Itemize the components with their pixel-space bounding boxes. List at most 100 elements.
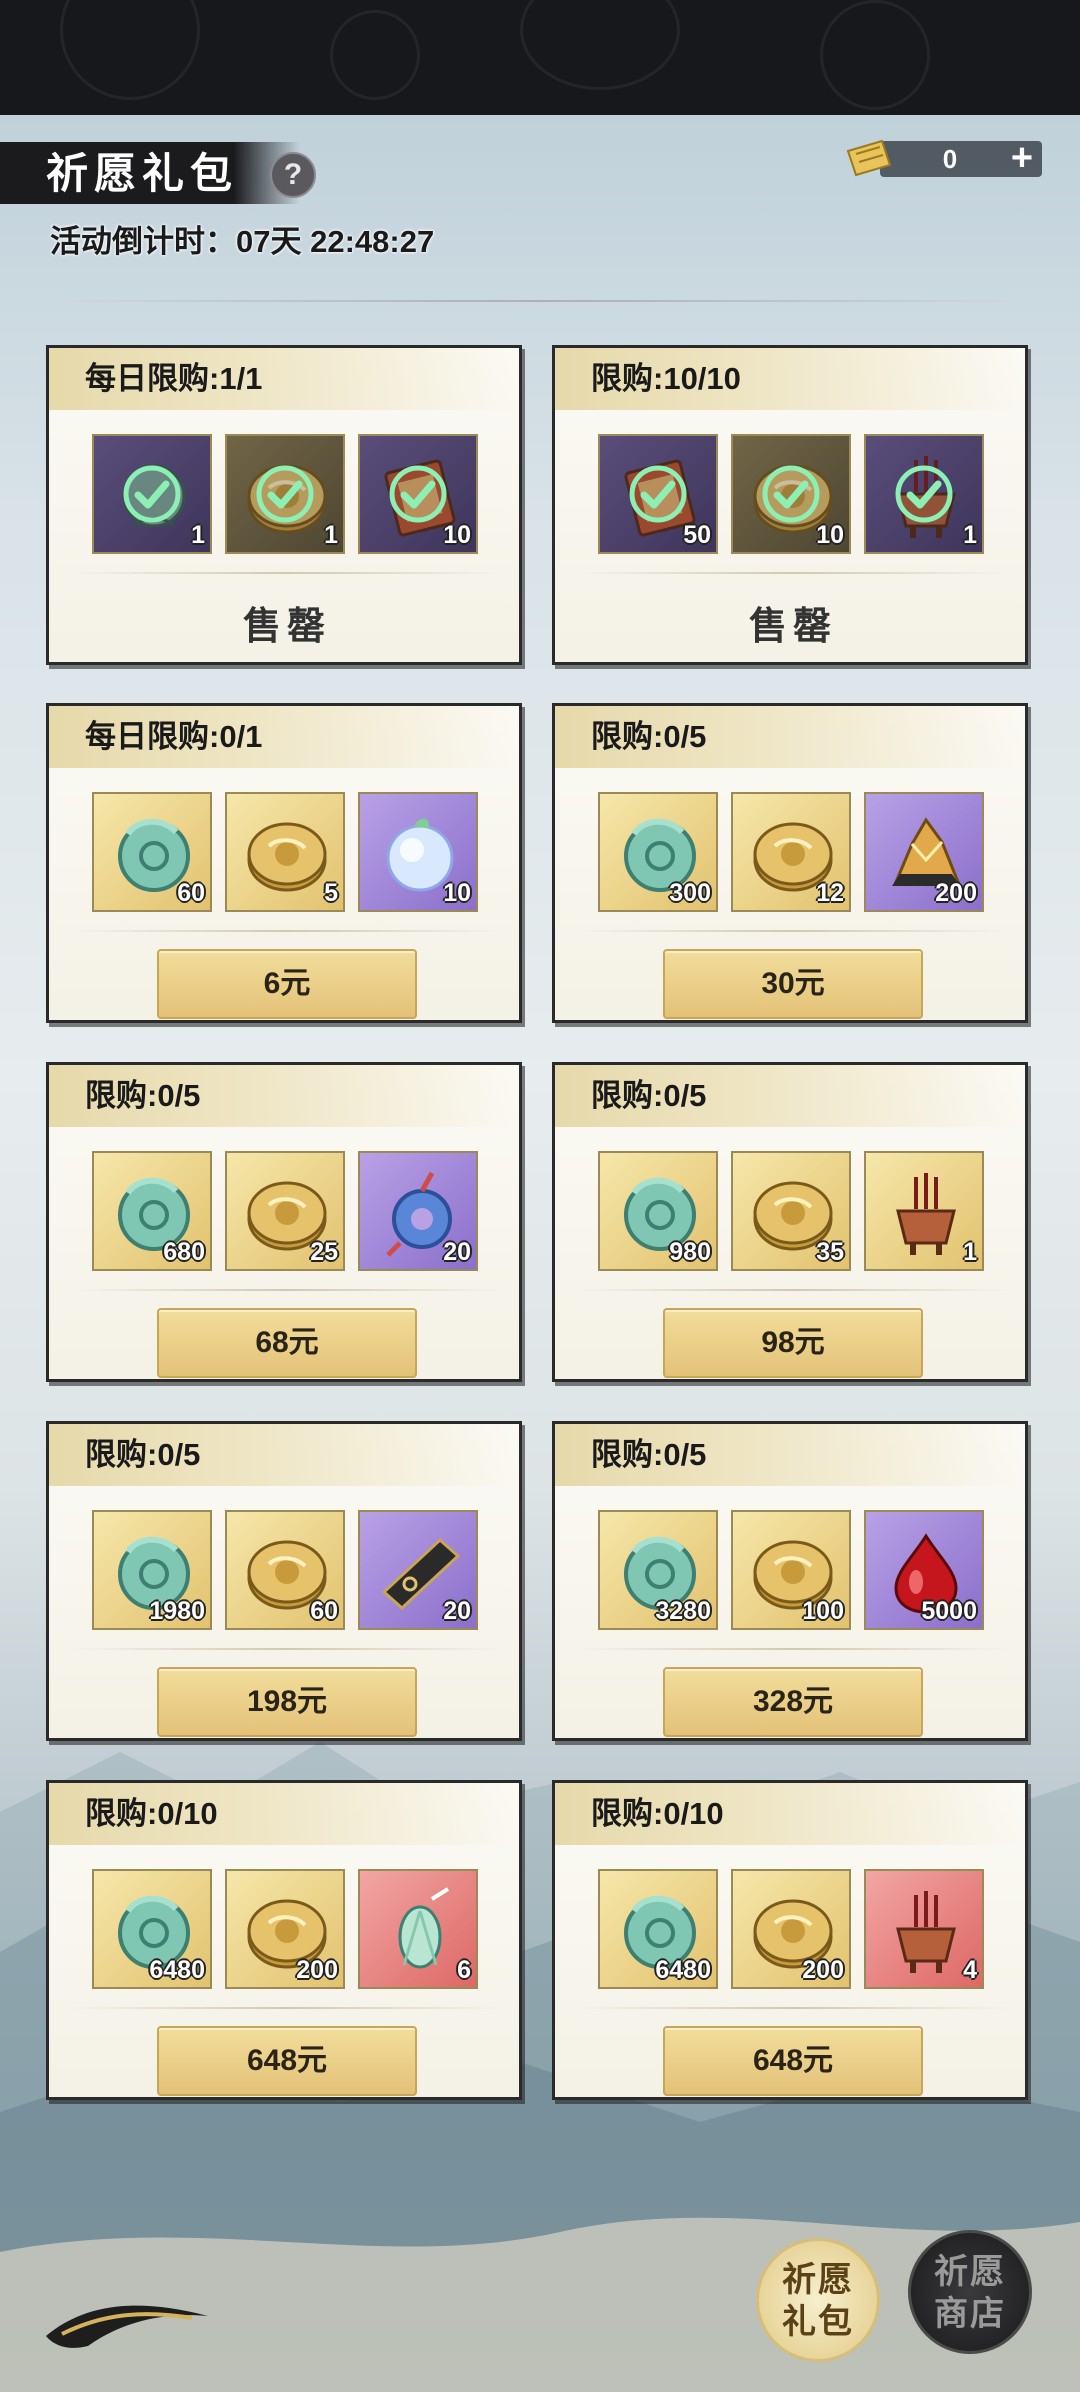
item-quantity: 5000 xyxy=(921,1597,977,1625)
reward-item[interactable]: 980 xyxy=(598,1151,718,1271)
purchase-limit: 限购:10/10 xyxy=(591,361,741,396)
reward-items: 6480 200 6 xyxy=(92,1869,482,1989)
buy-button[interactable]: 98元 xyxy=(663,1308,923,1378)
incense-burner-icon xyxy=(896,1891,956,1973)
add-currency-button[interactable]: + xyxy=(1004,139,1040,177)
card-divider xyxy=(69,572,505,574)
buy-button[interactable]: 30元 xyxy=(663,949,923,1019)
reward-items: 300 12 200 xyxy=(598,792,988,912)
ticket-icon xyxy=(846,139,892,177)
card-divider xyxy=(575,1648,1011,1650)
reward-item[interactable]: 1 xyxy=(864,434,984,554)
event-countdown: 活动倒计时：07天 22:48:27 xyxy=(50,224,435,259)
reward-item[interactable]: 5000 xyxy=(864,1510,984,1630)
reward-items: 680 25 20 xyxy=(92,1151,482,1271)
item-quantity: 25 xyxy=(310,1238,338,1266)
item-quantity: 200 xyxy=(296,1956,338,1984)
reward-item[interactable]: 200 xyxy=(864,792,984,912)
reward-item[interactable]: 20 xyxy=(358,1151,478,1271)
reward-item[interactable]: 300 xyxy=(598,792,718,912)
purchase-limit: 限购:0/5 xyxy=(85,1078,201,1113)
reward-item[interactable]: 100 xyxy=(731,1510,851,1630)
reward-item[interactable]: 1980 xyxy=(92,1510,212,1630)
reward-item[interactable]: 6480 xyxy=(598,1869,718,1989)
claimed-check-icon xyxy=(762,465,820,523)
buy-button[interactable]: 68元 xyxy=(157,1308,417,1378)
package-card: 限购:0/5 1980 60 20 198元 xyxy=(46,1421,522,1741)
reward-item[interactable]: 60 xyxy=(225,1510,345,1630)
reward-item[interactable]: 1 xyxy=(92,434,212,554)
reward-items: 3280 100 5000 xyxy=(598,1510,988,1630)
reward-items: 1980 60 20 xyxy=(92,1510,482,1630)
item-quantity: 200 xyxy=(802,1956,844,1984)
reward-item[interactable]: 200 xyxy=(225,1869,345,1989)
purchase-limit: 限购:0/5 xyxy=(591,1078,707,1113)
jade-cicada-icon xyxy=(398,1887,450,1969)
reward-item[interactable]: 10 xyxy=(358,792,478,912)
item-quantity: 20 xyxy=(443,1238,471,1266)
reward-item[interactable]: 200 xyxy=(731,1869,851,1989)
buy-button[interactable]: 6元 xyxy=(157,949,417,1019)
tab-wish-pack-line2: 礼包 xyxy=(782,2302,854,2342)
reward-item[interactable]: 1 xyxy=(864,1151,984,1271)
reward-item[interactable]: 60 xyxy=(92,792,212,912)
sold-out-label: 售罄 xyxy=(242,603,331,648)
reward-item[interactable]: 5 xyxy=(225,792,345,912)
package-card: 限购:10/10 50 10 1 售罄 xyxy=(552,345,1028,665)
item-quantity: 1 xyxy=(324,521,338,549)
reward-item[interactable]: 1 xyxy=(225,434,345,554)
item-quantity: 6480 xyxy=(655,1956,711,1984)
tab-wish-shop-line1: 祈愿 xyxy=(934,2252,1006,2292)
header-divider xyxy=(50,300,1030,302)
package-card: 限购:0/5 300 12 200 30元 xyxy=(552,703,1028,1023)
claimed-check-icon xyxy=(389,465,447,523)
item-quantity: 60 xyxy=(310,1597,338,1625)
package-card: 限购:0/5 3280 100 5000 328元 xyxy=(552,1421,1028,1741)
card-divider xyxy=(575,930,1011,932)
reward-item[interactable]: 6 xyxy=(358,1869,478,1989)
item-quantity: 300 xyxy=(669,879,711,907)
brush-ornament-icon xyxy=(46,2305,208,2348)
item-quantity: 3280 xyxy=(655,1597,711,1625)
purchase-limit: 限购:0/5 xyxy=(591,1437,707,1472)
item-quantity: 50 xyxy=(683,521,711,549)
item-quantity: 35 xyxy=(816,1238,844,1266)
tab-wish-pack[interactable]: 祈愿 礼包 xyxy=(756,2238,880,2362)
item-quantity: 980 xyxy=(669,1238,711,1266)
reward-item[interactable]: 4 xyxy=(864,1869,984,1989)
buy-button[interactable]: 648元 xyxy=(663,2026,923,2096)
purchase-limit: 限购:0/10 xyxy=(85,1796,218,1831)
buy-button[interactable]: 198元 xyxy=(157,1667,417,1737)
tab-wish-shop-line2: 商店 xyxy=(934,2294,1006,2334)
currency-value: 0 xyxy=(942,144,958,174)
package-card: 每日限购:0/1 60 5 10 6元 xyxy=(46,703,522,1023)
item-quantity: 200 xyxy=(935,879,977,907)
buy-button[interactable]: 328元 xyxy=(663,1667,923,1737)
purchase-limit: 限购:0/10 xyxy=(591,1796,724,1831)
reward-items: 60 5 10 xyxy=(92,792,482,912)
purchase-limit: 限购:0/5 xyxy=(85,1437,201,1472)
item-quantity: 680 xyxy=(163,1238,205,1266)
item-quantity: 6 xyxy=(457,1956,471,1984)
gold-coin-icon xyxy=(247,822,327,892)
item-quantity: 10 xyxy=(443,879,471,907)
claimed-check-icon xyxy=(629,465,687,523)
package-card: 限购:0/10 6480 200 6 648元 xyxy=(46,1780,522,2100)
reward-item[interactable]: 50 xyxy=(598,434,718,554)
reward-item[interactable]: 35 xyxy=(731,1151,851,1271)
reward-item[interactable]: 12 xyxy=(731,792,851,912)
reward-item[interactable]: 25 xyxy=(225,1151,345,1271)
reward-item[interactable]: 20 xyxy=(358,1510,478,1630)
reward-item[interactable]: 3280 xyxy=(598,1510,718,1630)
reward-item[interactable]: 10 xyxy=(731,434,851,554)
sold-out-label: 售罄 xyxy=(748,603,837,648)
item-quantity: 6480 xyxy=(149,1956,205,1984)
reward-item[interactable]: 680 xyxy=(92,1151,212,1271)
help-button[interactable]: ? xyxy=(270,152,316,198)
tab-wish-shop[interactable]: 祈愿 商店 xyxy=(908,2230,1032,2354)
reward-item[interactable]: 10 xyxy=(358,434,478,554)
buy-button[interactable]: 648元 xyxy=(157,2026,417,2096)
item-quantity: 10 xyxy=(443,521,471,549)
page-title: 祈愿礼包 xyxy=(46,149,239,198)
reward-item[interactable]: 6480 xyxy=(92,1869,212,1989)
